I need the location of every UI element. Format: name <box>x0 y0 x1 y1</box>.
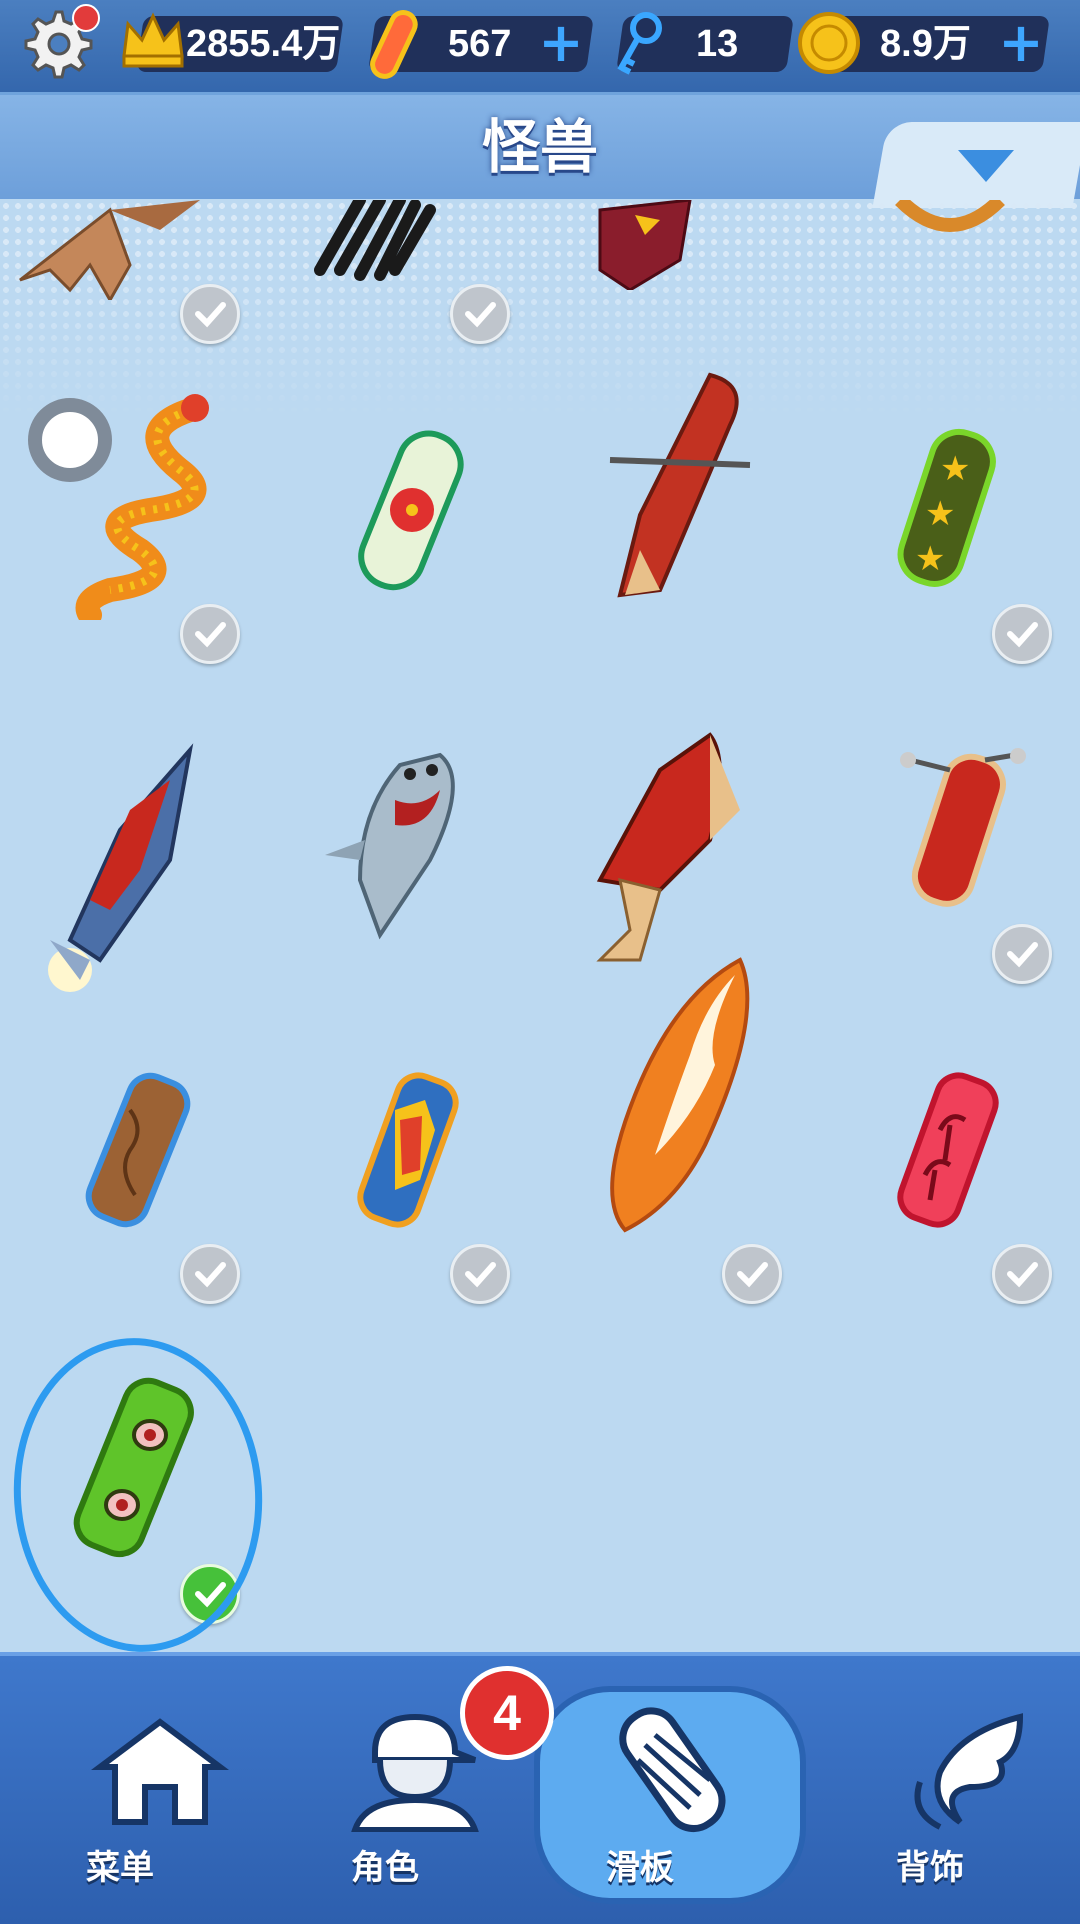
nav-menu-label: 菜单 <box>86 1848 154 1888</box>
owned-check-icon <box>992 1244 1052 1304</box>
item-jetpack-board[interactable] <box>890 740 1080 1040</box>
dropdown-arrow-icon[interactable] <box>958 150 1014 182</box>
home-icon <box>91 1718 229 1825</box>
nav-character-label: 角色 <box>351 1848 419 1888</box>
key-icon <box>608 10 668 84</box>
board-count: 567 <box>448 23 512 65</box>
svg-text:★: ★ <box>915 539 945 579</box>
coin-value: 8.9万 <box>880 23 971 65</box>
top-resource-bar: 2855.4万 567 + 13 8.9万 + <box>0 0 1080 95</box>
coin-icon <box>796 10 862 80</box>
item-palm-board[interactable] <box>880 1070 1080 1370</box>
nav-accessory-label: 背饰 <box>896 1848 964 1888</box>
owned-check-icon <box>992 604 1052 664</box>
nav-board-label: 滑板 <box>606 1848 674 1888</box>
owned-check-icon <box>992 924 1052 984</box>
item-star-board[interactable]: ★ ★ ★ <box>880 425 1080 725</box>
nav-menu[interactable]: 菜单 <box>50 1712 270 1902</box>
settings-gear-icon[interactable] <box>18 4 100 82</box>
item-wood-board[interactable] <box>70 1070 330 1370</box>
item-rocket-board[interactable] <box>30 740 290 1040</box>
wing-icon <box>914 1713 1024 1830</box>
item-bam-board[interactable] <box>340 1070 600 1370</box>
owned-check-icon <box>722 1244 782 1304</box>
nav-accessory[interactable]: 背饰 <box>860 1712 1080 1902</box>
owned-check-icon <box>180 1244 240 1304</box>
score-value: 2855.4万 <box>186 23 341 65</box>
owned-check-icon <box>450 1244 510 1304</box>
nav-board[interactable]: 滑板 <box>560 1700 780 1890</box>
owned-check-icon <box>180 284 240 344</box>
owned-check-icon <box>180 604 240 664</box>
svg-text:★: ★ <box>940 449 970 489</box>
skateboard-icon <box>360 8 426 84</box>
owned-check-icon <box>450 284 510 344</box>
svg-text:★: ★ <box>925 494 955 534</box>
item-surf-board[interactable] <box>595 955 855 1255</box>
crown-icon <box>118 6 188 80</box>
skateboard-icon <box>619 1707 726 1833</box>
add-coins-button[interactable]: + <box>998 16 1044 70</box>
add-boards-button[interactable]: + <box>538 16 584 70</box>
key-count: 13 <box>696 23 739 65</box>
character-badge: 4 <box>460 1666 554 1760</box>
item-hibiscus-board[interactable] <box>340 425 600 725</box>
notification-dot <box>72 4 100 32</box>
item-shark-board[interactable] <box>320 740 580 1040</box>
item-canoe-board[interactable] <box>600 365 860 665</box>
